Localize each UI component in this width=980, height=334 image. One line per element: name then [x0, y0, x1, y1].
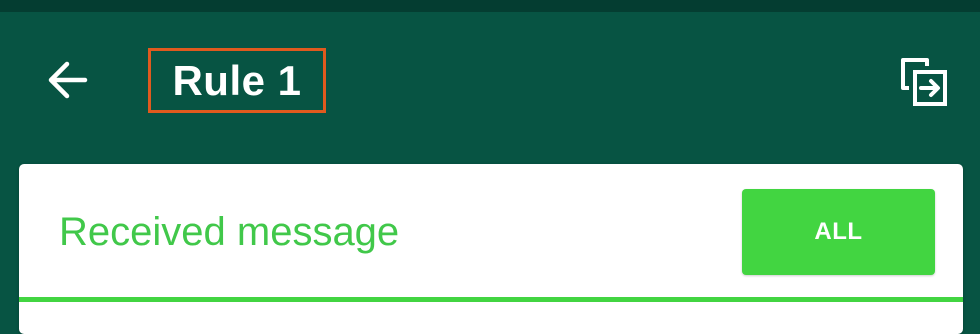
arrow-left-icon	[45, 60, 89, 105]
card-divider	[19, 297, 963, 302]
status-bar	[0, 0, 980, 12]
switch-screen-icon	[899, 56, 949, 113]
all-button[interactable]: ALL	[742, 189, 935, 275]
switch-screen-button[interactable]	[892, 52, 956, 116]
rule-card: Received message ALL	[19, 164, 963, 334]
title-highlight: Rule 1	[148, 48, 326, 113]
page-title: Rule 1	[172, 56, 302, 104]
back-button[interactable]	[38, 54, 96, 110]
received-message-label: Received message	[59, 210, 400, 254]
app-bar: Rule 1	[0, 12, 980, 152]
